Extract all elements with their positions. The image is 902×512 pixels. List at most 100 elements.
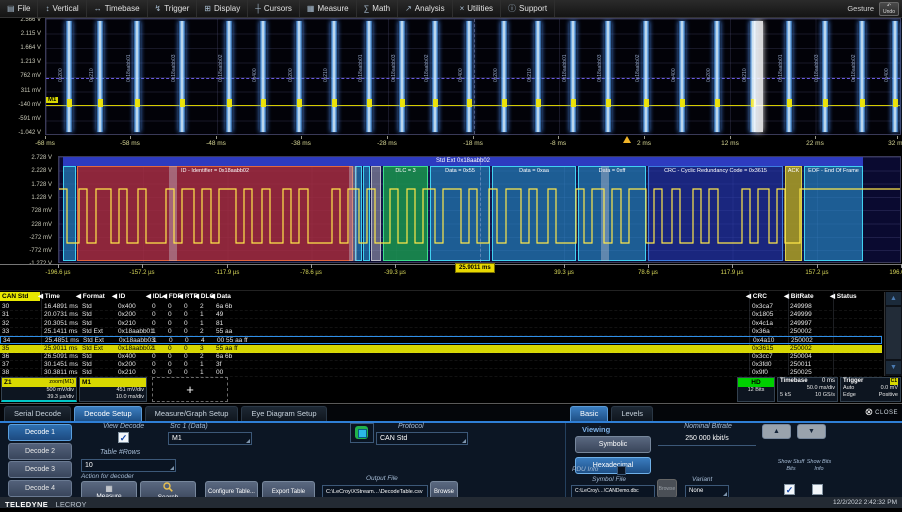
symbolic-button[interactable]: Symbolic	[575, 436, 651, 453]
menu-item-measure[interactable]: ▦Measure	[300, 0, 357, 17]
menu-item-trigger[interactable]: ↯Trigger	[148, 0, 198, 17]
tab-measure-graph-setup[interactable]: Measure/Graph Setup	[145, 406, 239, 421]
table-rows-field[interactable]: 10	[81, 459, 176, 472]
view-decode-checkbox[interactable]: ✓	[118, 432, 129, 443]
menu-item-analysis[interactable]: ↗Analysis	[398, 0, 453, 17]
table-row[interactable]: 3016.4891 msStd0x40000026a 6b0x3ca724999…	[0, 303, 882, 311]
gesture-label: Gesture	[847, 4, 879, 13]
protocol-dropdown[interactable]: CAN Std	[376, 432, 468, 445]
menu-item-math[interactable]: ∑Math	[357, 0, 399, 17]
symbol-browse-button[interactable]: Browse	[657, 479, 677, 498]
zoom-x-tick-label: -78.6 µs	[293, 270, 329, 276]
burst-id-label: 0x18aabb02	[635, 24, 641, 82]
column-header-idl[interactable]: ◀ IDL	[146, 292, 163, 300]
main-waveform-grid[interactable]: 0x2000x2100x18aabb010x18aabb030x18aabb02…	[45, 18, 901, 135]
zoom-x-tick	[817, 264, 818, 268]
column-header-id[interactable]: ◀ ID	[112, 292, 125, 300]
table-row[interactable]: 3325.1411 msStd Ext0x18aabb01100255 aa0x…	[0, 328, 882, 336]
column-header-data[interactable]: ◀ Data	[210, 292, 231, 300]
menu-item-support[interactable]: ⓘSupport	[501, 0, 555, 17]
undo-button[interactable]: ↶Undo	[879, 2, 899, 16]
scroll-down-button[interactable]: ▼	[886, 361, 901, 374]
decode-1-button[interactable]: Decode 1	[8, 424, 72, 441]
tab-eye-diagram-setup[interactable]: Eye Diagram Setup	[241, 406, 326, 421]
z1-trace-descriptor[interactable]: Z1 zoom(M1) 500 mV/div 39.3 µs/div	[1, 377, 77, 402]
cell-time: 25.9011 ms	[44, 345, 77, 353]
cell-idl: 0	[152, 320, 156, 328]
cell-fdf: 0	[168, 303, 172, 311]
table-row[interactable]: 3220.3051 msStd0x2100001810x4c1a249997	[0, 320, 882, 328]
menu-item-utilities[interactable]: ×Utilities	[453, 0, 501, 17]
table-row[interactable]: 3120.0731 msStd0x2000001490x1805249999	[0, 311, 882, 319]
tab-basic[interactable]: Basic	[570, 406, 608, 421]
m1-trace-badge[interactable]: M1	[46, 97, 58, 103]
table-row[interactable]: 3525.9011 msStd Ext0x18aabb02100355 aa f…	[0, 345, 882, 353]
bitrate-down-button[interactable]: ▼	[797, 424, 826, 439]
bitrate-field[interactable]: 250 000 kbit/s	[658, 433, 756, 446]
zoom-x-tick-label: -157.2 µs	[124, 270, 160, 276]
source-dropdown[interactable]: M1	[168, 432, 252, 445]
m1-trace-descriptor[interactable]: M1 451 mV/div 10.0 ms/div	[79, 377, 147, 402]
tab-decode-setup[interactable]: Decode Setup	[74, 406, 142, 421]
table-protocol-header[interactable]: CAN Std	[0, 292, 40, 301]
show-bits-info-checkbox[interactable]	[812, 484, 823, 495]
zoom-highlight-region[interactable]	[754, 21, 763, 132]
menu-item-timebase[interactable]: ↔Timebase	[87, 0, 148, 17]
cell-format: Std	[82, 353, 92, 361]
table-row[interactable]: 3730.1451 msStd0x20000013f0x3fd0250011	[0, 361, 882, 369]
support-icon: ⓘ	[508, 3, 516, 14]
z1-sub: zoom(M1)	[49, 378, 74, 387]
decode-3-button[interactable]: Decode 3	[8, 461, 72, 478]
menu-item-cursors[interactable]: ┼Cursors	[248, 0, 300, 17]
x-tick	[730, 136, 731, 139]
burst-pulse	[502, 99, 507, 107]
menu-item-vertical[interactable]: ↕Vertical	[38, 0, 86, 17]
tab-serial-decode[interactable]: Serial Decode	[4, 406, 71, 421]
can-burst	[604, 21, 612, 132]
trigger-icon: ↯	[155, 4, 162, 13]
column-header-format[interactable]: ◀ Format	[76, 292, 105, 300]
burst-pulse	[893, 99, 898, 107]
column-header-status[interactable]: ◀ Status	[830, 292, 857, 300]
trigger-descriptor[interactable]: Trigger C1 Auto 0.0 mV Edge Positive	[840, 377, 901, 402]
x-tick	[301, 136, 302, 139]
pdu-info-checkbox[interactable]	[617, 466, 626, 475]
timebase-descriptor[interactable]: Timebase 0 ms 50.0 ms/div 5 kS 10 GS/s	[777, 377, 838, 402]
pdu-info-label: PDU Info	[572, 466, 598, 473]
cell-format: Std Ext	[82, 345, 103, 353]
burst-pulse	[98, 99, 103, 107]
burst-id-label: 0x200	[706, 24, 712, 82]
table-scrollbar[interactable]: ▲▼	[884, 292, 902, 376]
decode-2-button[interactable]: Decode 2	[8, 443, 72, 460]
scroll-up-button[interactable]: ▲	[886, 292, 901, 305]
decode-setup-panel: View Decode ✓ Src 1 (Data) M1 Protocol C…	[0, 423, 902, 497]
hd-mode-badge[interactable]: HD 12 Bits	[737, 377, 775, 402]
bitrate-up-button[interactable]: ▲	[762, 424, 791, 439]
zoom-waveform-grid[interactable]: Std Ext 0x18aabb02ID - Identifier = 0x18…	[58, 156, 901, 263]
cell-time: 20.3051 ms	[44, 320, 78, 328]
can-burst	[330, 21, 338, 132]
add-trace-button[interactable]: +	[152, 377, 228, 402]
burst-pulse	[787, 99, 792, 107]
tab-levels[interactable]: Levels	[611, 406, 653, 421]
menu-item-label: Timebase	[105, 4, 140, 13]
cell-bitrate: 249999	[790, 311, 812, 319]
table-row[interactable]: 3626.5091 msStd0x40000026a 6b0x3cc725000…	[0, 353, 882, 361]
menu-item-label: Trigger	[164, 4, 189, 13]
measure-icon: ▦	[82, 484, 136, 493]
variant-label: Variant	[692, 476, 712, 483]
zoom-waveform	[59, 157, 900, 262]
show-stuff-bits-checkbox[interactable]: ✓	[784, 484, 795, 495]
zoom-v-label: 2.728 V	[31, 155, 52, 161]
cell-id: 0x200	[118, 311, 136, 319]
scroll-thumb[interactable]	[886, 307, 901, 359]
menu-item-display[interactable]: ⊞Display	[197, 0, 248, 17]
cell-fdf: 0	[168, 320, 172, 328]
zoom-grid-voltage-labels: 2.728 V2.228 V1.728 V1.228 V728 mV228 mV…	[0, 156, 55, 263]
cell-data: 55 aa	[216, 328, 232, 336]
decode-result-table[interactable]: CAN Std◀ Time◀ Format◀ ID◀ IDL◀ FDF◀ RTR…	[0, 290, 902, 377]
table-row[interactable]: 3425.4851 msStd Ext0x18aabb03100400 55 a…	[0, 336, 882, 344]
cell-num: 36	[2, 353, 9, 361]
menu-item-file[interactable]: ▤File	[0, 0, 38, 17]
close-button[interactable]: ⊗ CLOSE	[865, 407, 898, 418]
